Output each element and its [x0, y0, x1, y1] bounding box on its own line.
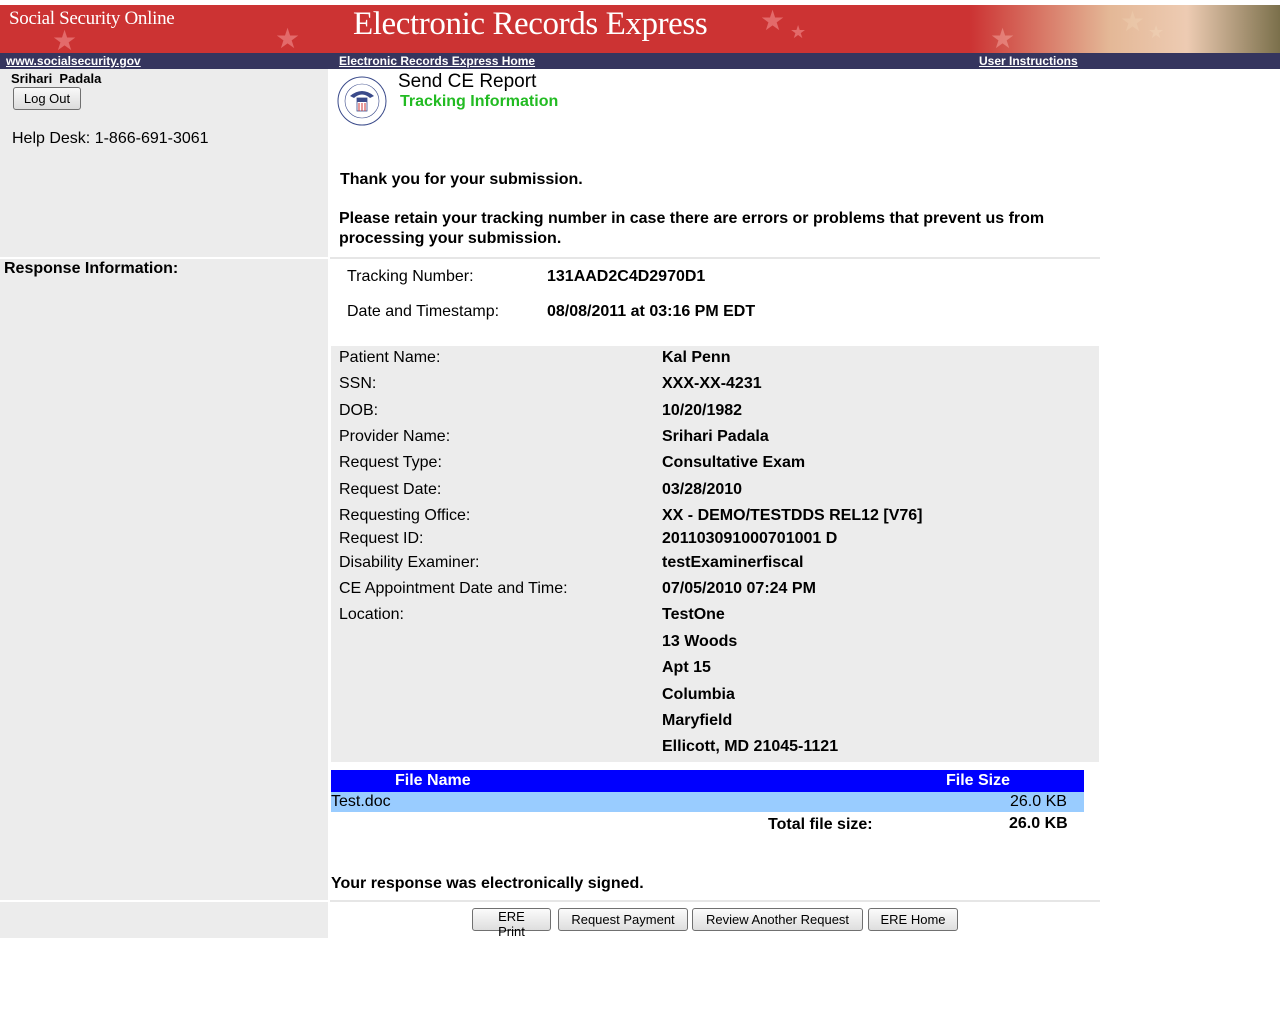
request-payment-button[interactable]: Request Payment: [558, 908, 688, 931]
detail-label: Location:: [339, 606, 404, 623]
detail-value: Srihari Padala: [662, 428, 769, 445]
tracking-number-value: 131AAD2C4D2970D1: [547, 268, 706, 285]
response-info-heading: Response Information:: [4, 260, 179, 277]
file-size-cell: 26.0 KB: [1010, 793, 1067, 810]
star-decoration: ★: [790, 22, 807, 42]
location-line: Ellicott, MD 21045-1121: [662, 738, 839, 755]
user-instructions-link[interactable]: User Instructions: [979, 54, 1078, 68]
detail-label: Provider Name:: [339, 428, 451, 445]
file-table: File Name File Size Test.doc 26.0 KB: [331, 770, 1084, 812]
star-decoration: ★: [760, 5, 786, 36]
detail-value: XX - DEMO/TESTDDS REL12 [V76]: [662, 507, 923, 524]
thanks-message: Thank you for your submission.: [340, 171, 583, 188]
detail-label: SSN:: [339, 375, 377, 392]
top-nav: www.socialsecurity.gov Electronic Record…: [0, 53, 1280, 69]
sidebar: Srihari Padala Log Out Help Desk: 1-866-…: [0, 69, 328, 938]
detail-value: Kal Penn: [662, 349, 731, 366]
user-name: Srihari Padala: [11, 71, 102, 86]
detail-label: Request Date:: [339, 481, 442, 498]
timestamp-label: Date and Timestamp:: [347, 303, 500, 320]
detail-value: Consultative Exam: [662, 454, 806, 471]
file-name-header: File Name: [395, 772, 471, 789]
helpdesk-phone: Help Desk: 1-866-691-3061: [12, 130, 209, 147]
detail-value: 07/05/2010 07:24 PM: [662, 580, 816, 597]
section-divider: [330, 900, 1100, 902]
timestamp-value: 08/08/2011 at 03:16 PM EDT: [547, 303, 756, 320]
location-line: 13 Woods: [662, 633, 738, 650]
brand-logo-text: Social Security Online: [9, 8, 175, 29]
detail-value: 201103091000701001 D: [662, 530, 838, 547]
detail-value: testExaminerfiscal: [662, 554, 804, 571]
detail-value: TestOne: [662, 606, 725, 623]
detail-label: DOB:: [339, 402, 379, 419]
flag-image: [970, 5, 1280, 53]
detail-label: Patient Name:: [339, 349, 441, 366]
detail-label: Request ID:: [339, 530, 424, 547]
retain-message: Please retain your tracking number in ca…: [339, 210, 1045, 247]
detail-label: Requesting Office:: [339, 507, 471, 524]
location-line: Maryfield: [662, 712, 733, 729]
banner-title: Electronic Records Express: [353, 6, 708, 42]
main-content: Send CE Report Tracking Information Than…: [330, 69, 1100, 939]
review-another-request-button[interactable]: Review Another Request: [692, 908, 863, 931]
logout-button[interactable]: Log Out: [13, 87, 81, 110]
page-subtitle: Tracking Information: [400, 93, 559, 110]
detail-value: XXX-XX-4231: [662, 375, 762, 392]
star-decoration: ★: [275, 23, 301, 53]
sidebar-divider: [0, 257, 328, 259]
file-table-header: File Name File Size: [331, 770, 1084, 792]
signed-message: Your response was electronically signed.: [331, 875, 644, 892]
tracking-number-label: Tracking Number:: [347, 268, 474, 285]
location-line: Apt 15: [662, 659, 711, 676]
detail-label: Disability Examiner:: [339, 554, 480, 571]
location-line: Columbia: [662, 686, 735, 703]
sidebar-divider: [0, 900, 328, 902]
ssa-seal-icon: [337, 76, 387, 126]
ere-print-button[interactable]: ERE Print: [472, 908, 551, 939]
page-title: Send CE Report: [398, 71, 537, 92]
file-size-header: File Size: [946, 772, 1011, 789]
total-size-value: 26.0 KB: [1009, 815, 1068, 832]
socialsecurity-link[interactable]: www.socialsecurity.gov: [6, 54, 141, 68]
site-banner: ★ ★ ★ ★ ★ ★ ★ Social Security Online Ele…: [0, 5, 1280, 53]
patient-details-panel: Patient Name: Kal Penn SSN: XXX-XX-4231 …: [331, 346, 1099, 762]
table-row: Test.doc 26.0 KB: [331, 792, 1084, 812]
ere-home-link[interactable]: Electronic Records Express Home: [339, 54, 535, 68]
detail-label: CE Appointment Date and Time:: [339, 580, 568, 597]
detail-value: 10/20/1982: [662, 402, 743, 419]
file-name-cell: Test.doc: [331, 793, 391, 810]
total-size-label: Total file size:: [768, 816, 873, 833]
detail-value: 03/28/2010: [662, 481, 743, 498]
star-decoration: ★: [52, 25, 78, 54]
detail-label: Request Type:: [339, 454, 442, 471]
ere-home-button[interactable]: ERE Home: [868, 908, 958, 931]
section-divider: [330, 257, 1100, 259]
